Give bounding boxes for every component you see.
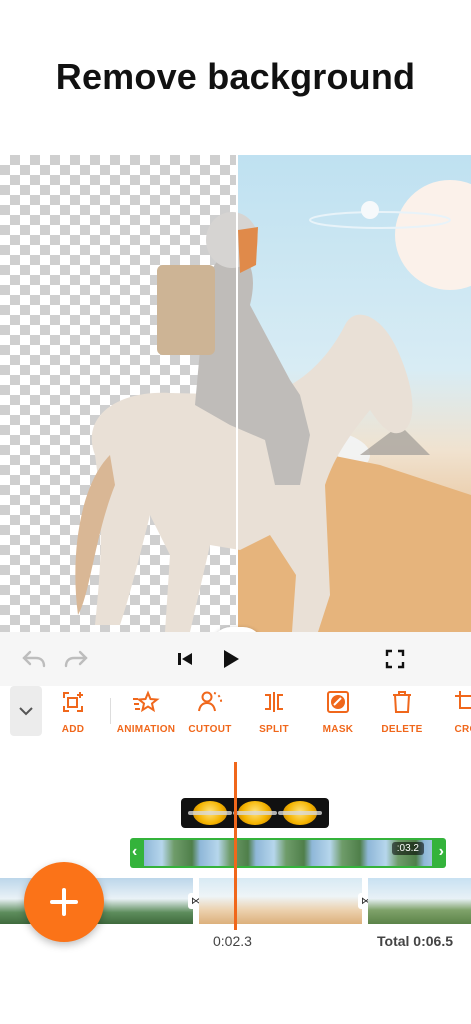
playhead[interactable] xyxy=(234,762,237,930)
edit-toolbar: ADD ANIMATION CUTOUT SPLIT MASK DELETE C… xyxy=(0,686,471,756)
split-icon xyxy=(239,688,309,716)
delete-button[interactable]: DELETE xyxy=(367,688,437,735)
add-button[interactable]: ADD xyxy=(38,688,108,735)
playback-controls xyxy=(0,632,471,686)
mask-button[interactable]: MASK xyxy=(303,688,373,735)
animation-star-icon xyxy=(111,688,181,716)
sticker-thumbnail xyxy=(278,801,323,825)
trim-left-handle[interactable]: ‹ xyxy=(132,843,137,861)
backpack-graphic xyxy=(157,265,215,355)
undo-icon[interactable] xyxy=(21,646,47,672)
timeline[interactable]: ‹ › :03.2 ⋈ ⋈ 0:02.3 Total 0:06.5 xyxy=(0,756,471,1024)
overlay-frames xyxy=(144,840,432,866)
visor-graphic xyxy=(238,227,258,273)
split-button[interactable]: SPLIT xyxy=(239,688,309,735)
crop-button[interactable]: CRO xyxy=(431,688,471,735)
moon-graphic xyxy=(361,201,379,219)
add-layer-icon xyxy=(38,688,108,716)
cutout-icon xyxy=(175,688,245,716)
skip-to-start-icon[interactable] xyxy=(172,646,198,672)
video-preview[interactable] xyxy=(0,155,471,632)
overlay-duration: :03.2 xyxy=(391,842,424,855)
current-time: 0:02.3 xyxy=(213,933,252,949)
cutout-button[interactable]: CUTOUT xyxy=(175,688,245,735)
planet-graphic xyxy=(395,180,471,290)
compare-divider[interactable] xyxy=(236,155,238,632)
sticker-thumbnail xyxy=(187,801,232,825)
trim-right-handle[interactable]: › xyxy=(439,843,444,861)
trash-icon xyxy=(367,688,437,716)
redo-icon[interactable] xyxy=(63,646,89,672)
plus-icon[interactable] xyxy=(24,862,104,942)
crop-icon xyxy=(431,688,471,716)
page-title: Remove background xyxy=(55,56,416,97)
animation-button[interactable]: ANIMATION xyxy=(111,688,181,735)
video-clip[interactable] xyxy=(368,878,471,924)
sticker-track[interactable] xyxy=(181,798,329,828)
sticker-thumbnail xyxy=(232,801,277,825)
fullscreen-icon[interactable] xyxy=(382,646,408,672)
mask-icon xyxy=(303,688,373,716)
overlay-clip[interactable]: ‹ › :03.2 xyxy=(130,838,446,868)
video-clip[interactable] xyxy=(199,878,362,924)
total-duration: Total 0:06.5 xyxy=(377,933,453,949)
play-icon[interactable] xyxy=(218,646,244,672)
